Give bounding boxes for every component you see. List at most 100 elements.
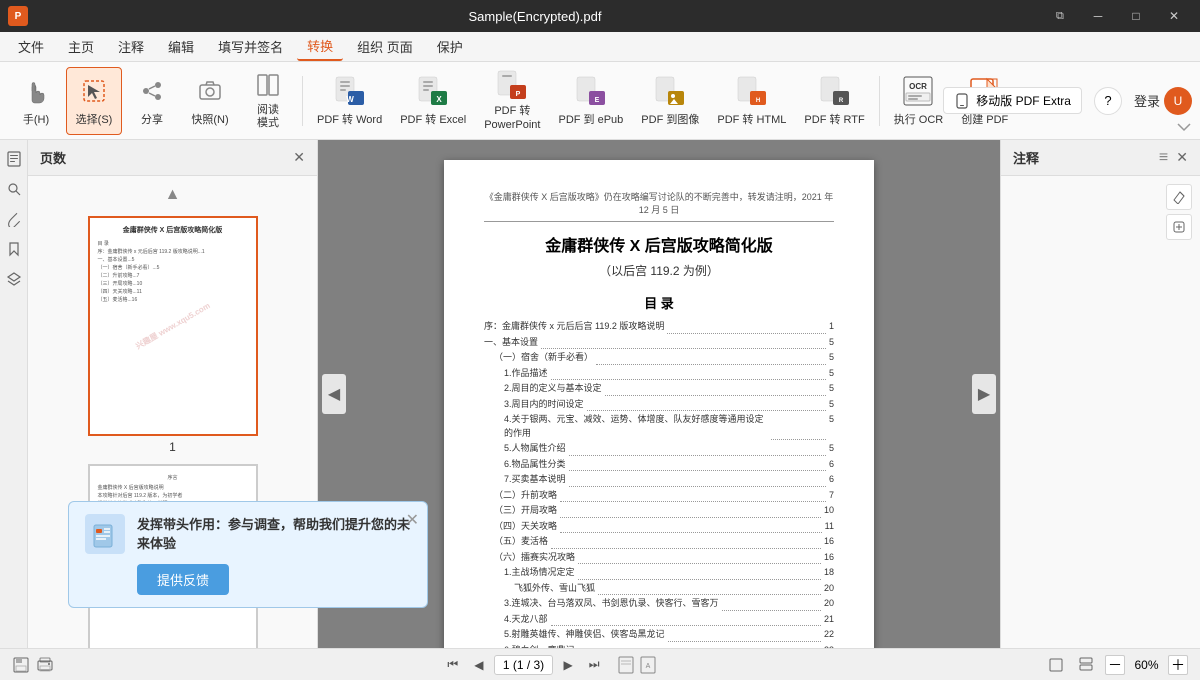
menu-file[interactable]: 文件 [8, 33, 54, 60]
toolbar-collapse-button[interactable] [1176, 121, 1192, 135]
pdf-scroll-right-button[interactable]: ▶ [972, 374, 996, 414]
title-bar: P Sample(Encrypted).pdf ⧉ － □ ✕ [0, 0, 1200, 32]
feedback-close-button[interactable]: ✕ [406, 510, 419, 530]
select-icon [78, 75, 110, 107]
annotations-panel-title: 注释 [1013, 148, 1039, 167]
toc-item: 3.周目内的时间设定5 [484, 398, 834, 412]
share-button[interactable]: 分享 [124, 67, 180, 135]
page-thumb-1[interactable]: 金庸群侠传 X 后宫版攻略简化版 目 录 序：金庸群侠传 x 元后后宫 119.… [38, 216, 307, 454]
maximize-button[interactable]: □ [1118, 0, 1154, 32]
status-bar: ⏮ ◀ 1 (1 / 3) ▶ ⏭ A － 60% ＋ [0, 648, 1200, 680]
toc-item: 序：金庸群侠传 x 元后后宫 119.2 版攻略说明1 [484, 320, 834, 334]
toc-item: （六）擂赛实况攻略16 [484, 551, 834, 565]
annotation-tool-1[interactable] [1166, 184, 1192, 210]
read-mode-icon [252, 71, 284, 101]
zoom-level-display: 60% [1129, 658, 1164, 672]
last-page-button[interactable]: ⏭ [583, 654, 605, 676]
left-sidebar-icons [0, 140, 28, 648]
page-indicator[interactable]: 1 (1 / 3) [494, 655, 553, 675]
minimize-button[interactable]: － [1080, 0, 1116, 32]
pdf-to-ppt-button[interactable]: P PDF 转 PowerPoint [476, 67, 548, 135]
feedback-content: 发挥带头作用：参与调查，帮助我们提升您的未来体验 提供反馈 [137, 514, 411, 595]
user-avatar: U [1164, 87, 1192, 115]
sidebar-bookmark-icon[interactable] [3, 238, 25, 260]
ocr-label: 执行 OCR [894, 111, 944, 127]
toc-item: 4.天龙八部21 [484, 613, 834, 627]
toc-item: 4.关于银两、元宝、减效、运势、体增度、队友好感度等通用设定的作用5 [484, 413, 834, 440]
pages-panel: 页数 ✕ ▲ 金庸群侠传 X 后宫版攻略简化版 目 录 序：金庸群侠传 x 元后… [28, 140, 318, 648]
annotation-tool-2[interactable] [1166, 214, 1192, 240]
menu-organize[interactable]: 组织 页面 [347, 33, 423, 60]
sidebar-search-icon[interactable] [3, 178, 25, 200]
annotations-filter-icon[interactable]: ≡ [1159, 149, 1168, 167]
feedback-icon [85, 514, 125, 554]
pdf-word-icon: W [334, 75, 366, 107]
menu-annotation[interactable]: 注释 [108, 33, 154, 60]
menu-bar: 文件 主页 注释 编辑 填写并签名 转换 组织 页面 保护 [0, 32, 1200, 62]
first-page-button[interactable]: ⏮ [442, 654, 464, 676]
mobile-badge: 移动版 PDF Extra [943, 87, 1082, 114]
snapshot-button[interactable]: 快照(N) [182, 67, 238, 135]
share-icon [136, 75, 168, 107]
menu-edit[interactable]: 编辑 [158, 33, 204, 60]
pdf-to-excel-button[interactable]: X PDF 转 Excel [392, 67, 474, 135]
pdf-to-html-button[interactable]: H PDF 转 HTML [709, 67, 794, 135]
menu-protect[interactable]: 保护 [427, 33, 473, 60]
app-icon: P [8, 6, 28, 26]
save-icon[interactable] [12, 656, 30, 674]
help-button[interactable]: ? [1094, 87, 1122, 115]
next-page-button[interactable]: ▶ [557, 654, 579, 676]
single-page-view-button[interactable] [1045, 654, 1067, 676]
feedback-submit-button[interactable]: 提供反馈 [137, 564, 229, 595]
pdf-toc-items: 序：金庸群侠传 x 元后后宫 119.2 版攻略说明1一、基本设置5（一）宿舍（… [484, 320, 834, 648]
pdf-epub-icon: E [575, 75, 607, 107]
continuous-view-button[interactable] [1075, 654, 1097, 676]
statusbar-left [12, 656, 54, 674]
login-button[interactable]: 登录 U [1134, 87, 1192, 115]
ocr-icon: OCR [902, 75, 934, 107]
menu-home[interactable]: 主页 [58, 33, 104, 60]
toc-item: 2.周目的定义与基本设定5 [484, 382, 834, 396]
toc-item: 7.买卖基本说明6 [484, 473, 834, 487]
pdf-to-image-button[interactable]: PDF 到图像 [633, 67, 707, 135]
hand-icon [20, 75, 52, 107]
pdf-epub-label: PDF 到 ePub [558, 111, 623, 127]
menu-convert[interactable]: 转换 [297, 32, 343, 61]
close-button[interactable]: ✕ [1156, 0, 1192, 32]
select-tool-button[interactable]: 选择(S) [66, 67, 122, 135]
pages-panel-close-button[interactable]: ✕ [293, 149, 305, 166]
pdf-to-rtf-button[interactable]: R PDF 转 RTF [796, 67, 872, 135]
annotations-panel-close-button[interactable]: ✕ [1176, 149, 1188, 166]
sidebar-pages-icon[interactable] [3, 148, 25, 170]
sidebar-attach-icon[interactable] [3, 208, 25, 230]
pdf-excel-label: PDF 转 Excel [400, 111, 466, 127]
ocr-button[interactable]: OCR 执行 OCR [886, 67, 952, 135]
read-mode-button[interactable]: 阅读 模式 [240, 67, 296, 135]
select-tool-label: 选择(S) [76, 111, 113, 127]
zoom-in-button[interactable]: ＋ [1168, 655, 1188, 675]
restore-button[interactable]: ⧉ [1042, 0, 1078, 32]
pdf-excel-icon: X [417, 75, 449, 107]
toolbar: 手(H) 选择(S) 分享 快照(N) 阅读 模式 [0, 62, 1200, 140]
pages-scroll-up-button[interactable]: ▲ [165, 186, 181, 204]
pdf-ppt-icon: P [496, 69, 528, 101]
menu-fill-sign[interactable]: 填写并签名 [208, 33, 293, 60]
share-label: 分享 [141, 111, 163, 127]
title-left: P [8, 6, 28, 26]
pdf-toc-title: 目 录 [484, 293, 834, 312]
pdf-to-word-button[interactable]: W PDF 转 Word [309, 67, 390, 135]
read-mode-label: 阅读 模式 [257, 104, 279, 130]
zoom-control: － 60% ＋ [1105, 655, 1188, 675]
zoom-out-button[interactable]: － [1105, 655, 1125, 675]
print-icon[interactable] [36, 656, 54, 674]
svg-text:R: R [838, 98, 843, 104]
pdf-rtf-label: PDF 转 RTF [804, 111, 864, 127]
pdf-scroll-left-button[interactable]: ◀ [322, 374, 346, 414]
toolbar-divider-1 [302, 76, 303, 126]
pdf-header: 《金庸群侠传 X 后宫版攻略》仍在攻略编写讨论队的不断完善中，转发请注明，202… [484, 190, 834, 222]
sidebar-layers-icon[interactable] [3, 268, 25, 290]
prev-page-button[interactable]: ◀ [468, 654, 490, 676]
pdf-to-epub-button[interactable]: E PDF 到 ePub [550, 67, 631, 135]
svg-text:E: E [595, 97, 600, 104]
hand-tool-button[interactable]: 手(H) [8, 67, 64, 135]
